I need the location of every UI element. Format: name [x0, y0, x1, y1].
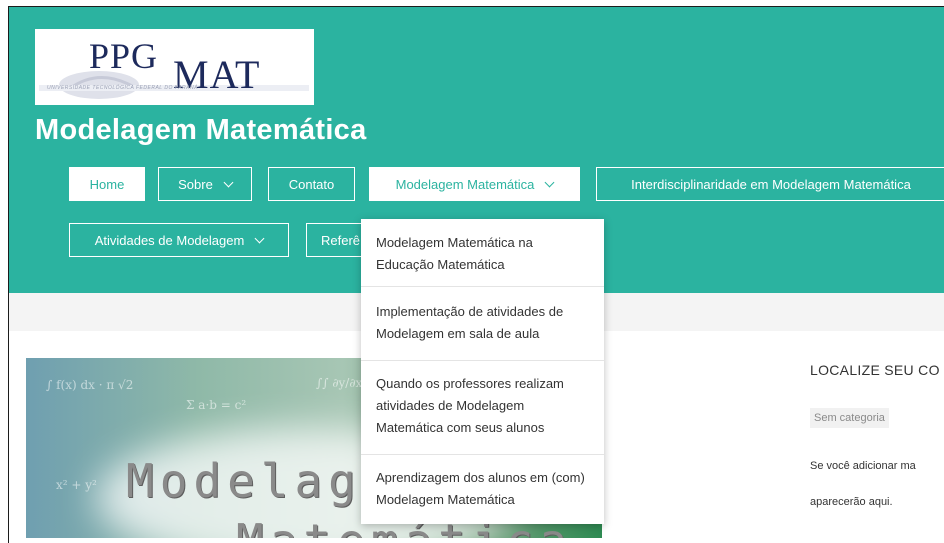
nav-modelagem-label: Modelagem Matemática	[395, 176, 535, 192]
dropdown-item-label: Modelagem Matemática na Educação Matemát…	[376, 235, 533, 272]
nav-interdisciplinaridade-button[interactable]: Interdisciplinaridade em Modelagem Matem…	[596, 167, 944, 201]
nav-contato-button[interactable]: Contato	[268, 167, 355, 201]
hero-scribble: x² + y²	[56, 478, 97, 492]
nav-referencias-label: Referê	[321, 232, 361, 248]
hero-word-modelagem: Modelage	[126, 454, 396, 508]
chevron-down-icon	[223, 177, 234, 187]
nav-contato-label: Contato	[288, 176, 335, 192]
logo-subtitle: UNIVERSIDADE TECNOLÓGICA FEDERAL DO PARA…	[47, 85, 198, 91]
nav-atividades-button[interactable]: Atividades de Modelagem	[69, 223, 289, 257]
dropdown-item[interactable]: Implementação de atividades de Modelagem…	[361, 287, 604, 361]
nav-sobre-label: Sobre	[178, 176, 213, 192]
nav-atividades-label: Atividades de Modelagem	[94, 232, 245, 248]
dropdown-item-label: Quando os professores realizam atividade…	[376, 376, 564, 435]
hero-scribble: ∫ f(x) dx · π √2	[46, 378, 134, 392]
chevron-down-icon	[254, 233, 265, 243]
hero-scribble: ∫∫ ∂y/∂x	[316, 376, 363, 390]
nav-home-label: Home	[89, 176, 125, 192]
nav-sobre-button[interactable]: Sobre	[158, 167, 252, 201]
modelagem-dropdown-menu: Modelagem Matemática na Educação Matemát…	[361, 219, 604, 524]
nav-interdisciplinaridade-label: Interdisciplinaridade em Modelagem Matem…	[631, 176, 911, 192]
sidebar-text-line: aparecerão aqui.	[810, 496, 893, 508]
dropdown-item-label: Implementação de atividades de Modelagem…	[376, 304, 564, 341]
dropdown-item[interactable]: Modelagem Matemática na Educação Matemát…	[361, 219, 604, 287]
logo-ppg-text: PPG	[89, 36, 159, 76]
dropdown-item[interactable]: Aprendizagem dos alunos em (com) Modelag…	[361, 455, 604, 524]
nav-home-button[interactable]: Home	[69, 167, 145, 201]
ppgmat-logo[interactable]: PPG MAT UNIVERSIDADE TECNOLÓGICA FEDERAL…	[35, 29, 314, 105]
nav-modelagem-button[interactable]: Modelagem Matemática	[369, 167, 580, 201]
site-title[interactable]: Modelagem Matemática	[35, 114, 367, 147]
sidebar-category-tag[interactable]: Sem categoria	[810, 408, 889, 428]
chevron-down-icon	[544, 177, 555, 187]
dropdown-item[interactable]: Quando os professores realizam atividade…	[361, 361, 604, 455]
hero-scribble: Σ a·b = c²	[186, 398, 247, 412]
sidebar-text-line: Se você adicionar ma	[810, 460, 916, 472]
dropdown-item-label: Aprendizagem dos alunos em (com) Modelag…	[376, 470, 585, 507]
sidebar-widget-title: LOCALIZE SEU CO	[810, 362, 940, 378]
